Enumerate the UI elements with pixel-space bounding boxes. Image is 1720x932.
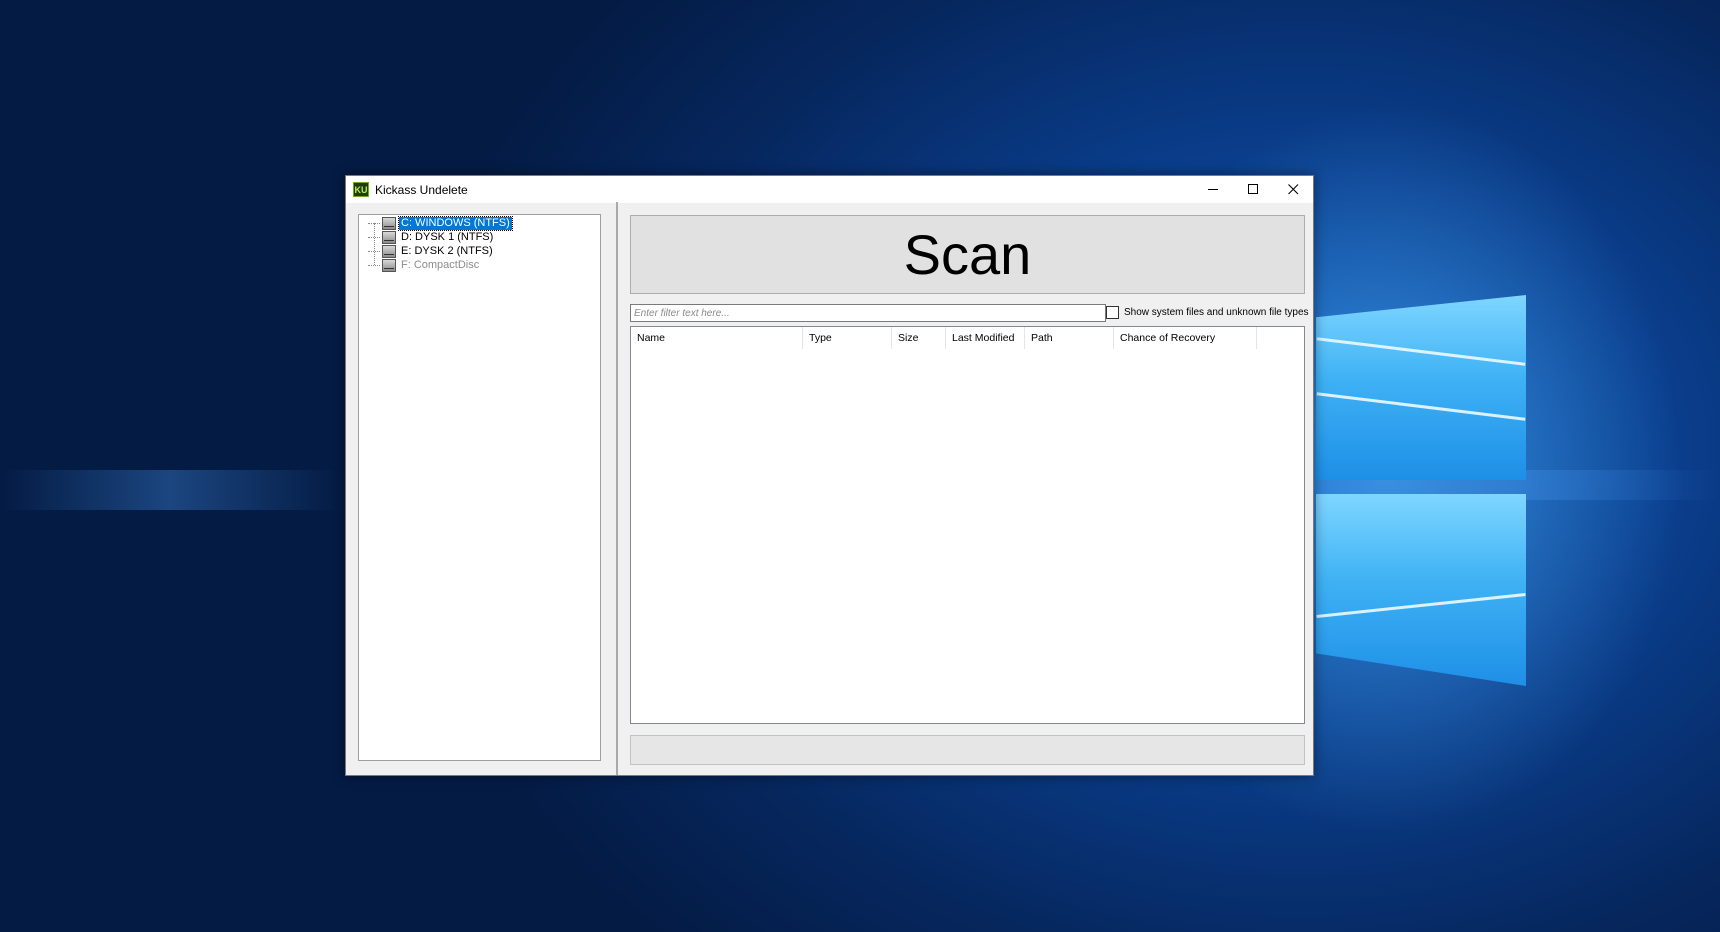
drive-label: D: DYSK 1 (NTFS) (401, 230, 494, 243)
close-icon (1287, 184, 1298, 195)
drive-item-e[interactable]: E: DYSK 2 (NTFS) (368, 244, 495, 258)
drive-tree[interactable]: C: WINDOWS (NTFS) D: DYSK 1 (NTFS) E: DY… (358, 214, 601, 761)
hard-drive-icon (382, 230, 396, 244)
filter-input[interactable] (630, 304, 1106, 322)
status-bar (630, 735, 1305, 765)
maximize-button[interactable] (1233, 176, 1273, 203)
column-header-size[interactable]: Size (892, 327, 946, 349)
maximize-icon (1247, 184, 1258, 194)
close-button[interactable] (1273, 176, 1313, 203)
results-list[interactable]: Name Type Size Last Modified Path Chance… (630, 326, 1305, 724)
column-header-name[interactable]: Name (631, 327, 803, 349)
window-title: Kickass Undelete (375, 182, 468, 197)
desktop-light-beam (0, 470, 340, 510)
show-system-files-checkbox[interactable] (1106, 306, 1119, 319)
drive-label: F: CompactDisc (401, 258, 480, 271)
app-window: KU Kickass Undelete C: WINDOWS (NTFS) D:… (345, 175, 1314, 776)
drive-item-d[interactable]: D: DYSK 1 (NTFS) (368, 230, 495, 244)
list-header: Name Type Size Last Modified Path Chance… (631, 327, 1257, 349)
hard-drive-icon (382, 244, 396, 258)
drive-label: E: DYSK 2 (NTFS) (401, 244, 493, 257)
minimize-button[interactable] (1193, 176, 1233, 203)
drive-item-c[interactable]: C: WINDOWS (NTFS) (368, 215, 513, 231)
panel-splitter[interactable] (616, 202, 618, 775)
show-system-files-label: Show system files and unknown file types (1124, 307, 1309, 318)
desktop-light-beam (1310, 470, 1720, 500)
drive-item-f[interactable]: F: CompactDisc (368, 258, 481, 272)
hard-drive-icon (382, 216, 396, 230)
column-header-path[interactable]: Path (1025, 327, 1114, 349)
drive-label: C: WINDOWS (NTFS) (398, 215, 513, 231)
title-bar: KU Kickass Undelete (346, 176, 1313, 203)
show-system-files-option[interactable]: Show system files and unknown file types (1106, 306, 1309, 319)
desktop-window-logo-pane (1316, 494, 1526, 686)
minimize-icon (1207, 189, 1218, 190)
column-header-type[interactable]: Type (803, 327, 892, 349)
cd-drive-icon (382, 258, 396, 272)
column-header-chance-of-recovery[interactable]: Chance of Recovery (1114, 327, 1257, 349)
column-header-last-modified[interactable]: Last Modified (946, 327, 1025, 349)
app-icon: KU (353, 182, 369, 197)
desktop-window-logo-pane (1316, 295, 1526, 480)
scan-button[interactable]: Scan (630, 215, 1305, 294)
